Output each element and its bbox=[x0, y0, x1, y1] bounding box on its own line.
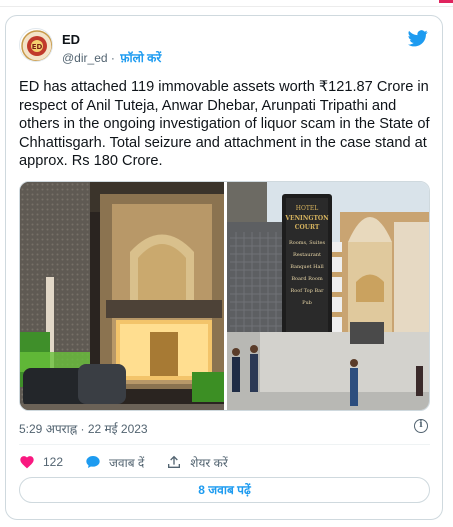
author-avatar[interactable]: ED bbox=[19, 28, 53, 62]
handle-separator: · bbox=[110, 51, 115, 65]
author-handle-row: @dir_ed · फ़ॉलो करें bbox=[62, 49, 161, 66]
top-accent bbox=[439, 0, 453, 3]
sign-line: Board Room bbox=[291, 276, 323, 282]
share-label: शेयर करें bbox=[190, 455, 228, 470]
sign-line: COURT bbox=[295, 224, 320, 231]
share-icon bbox=[168, 455, 181, 468]
media-image-right[interactable]: HOTEL VENINGTON COURT Rooms, Suites Rest… bbox=[227, 182, 430, 411]
twitter-bird-icon[interactable] bbox=[408, 30, 428, 47]
like-count: 122 bbox=[43, 455, 64, 469]
follow-button[interactable]: फ़ॉलो करें bbox=[120, 51, 161, 65]
speech-bubble-icon bbox=[86, 456, 100, 468]
tweet-media[interactable]: HOTEL VENINGTON COURT Rooms, Suites Rest… bbox=[19, 181, 430, 411]
sign-line: VENINGTON bbox=[284, 215, 329, 222]
tweet-timestamp[interactable]: 5:29 अपराह्न · 22 मई 2023 bbox=[19, 420, 148, 437]
share-button[interactable]: शेयर करें bbox=[166, 454, 228, 471]
sign-line: Rooms, Suites bbox=[289, 240, 325, 246]
reply-label: जवाब दें bbox=[109, 455, 145, 470]
tweet-text: ED has attached 119 immovable assets wor… bbox=[19, 79, 430, 169]
sign-line: Roof Top Bar bbox=[290, 288, 324, 294]
sign-line: Pub bbox=[302, 300, 312, 306]
divider bbox=[19, 444, 430, 445]
author-name[interactable]: ED bbox=[62, 32, 80, 47]
action-bar: 122 जवाब दें शेयर करें bbox=[19, 452, 250, 472]
sign-line: HOTEL bbox=[296, 205, 319, 212]
window-top-strip bbox=[0, 0, 453, 7]
author-handle[interactable]: @dir_ed bbox=[62, 51, 108, 65]
reply-button[interactable]: जवाब दें bbox=[85, 454, 144, 471]
read-replies-button[interactable]: 8 जवाब पढ़ें bbox=[19, 477, 430, 503]
tweet-card[interactable]: ED ED @dir_ed · फ़ॉलो करें ED has attach… bbox=[5, 15, 443, 520]
sign-line: Banquet Hall bbox=[290, 264, 324, 270]
svg-text:ED: ED bbox=[32, 43, 43, 51]
info-icon[interactable]: i bbox=[414, 419, 428, 433]
heart-icon bbox=[20, 456, 34, 469]
media-image-left[interactable] bbox=[20, 182, 224, 411]
sign-line: Restaurant bbox=[293, 252, 321, 258]
like-button[interactable]: 122 bbox=[19, 454, 63, 470]
